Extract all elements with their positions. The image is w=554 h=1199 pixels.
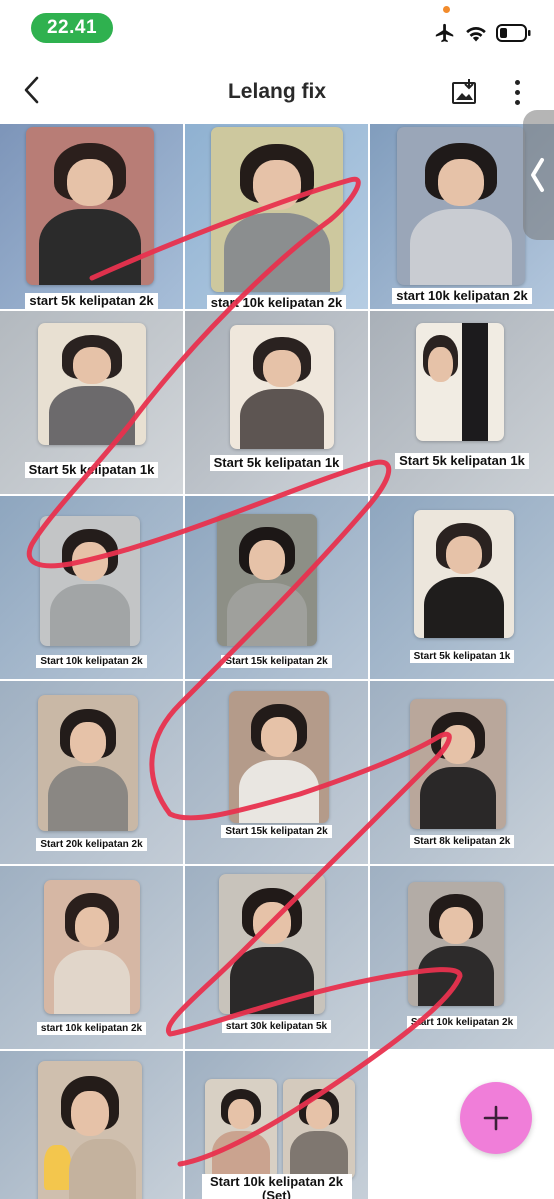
photo-caption: start 30k kelipatan 5k xyxy=(221,1020,332,1033)
photo-tile[interactable]: Start 15k kelipatan 2k xyxy=(185,496,368,679)
more-options-button[interactable] xyxy=(502,74,532,110)
photo-tile[interactable]: Start 15k kelipatan 2k xyxy=(185,681,368,864)
photo-grid: start 5k kelipatan 2k start 10k kelipata… xyxy=(0,124,554,1199)
photo-caption: Start 10k kelipatan 2k xyxy=(406,1016,518,1029)
photo-tile[interactable] xyxy=(0,1051,183,1199)
photo-tile[interactable]: Start 10k kelipatan 2k (Set) xyxy=(185,1051,368,1199)
photo-caption: Start 20k kelipatan 2k xyxy=(36,838,147,851)
status-time: 22.41 xyxy=(31,13,113,43)
photo-tile[interactable]: Start 10k kelipatan 2k xyxy=(0,496,183,679)
side-panel-handle[interactable] xyxy=(523,110,554,240)
photo-tile[interactable]: start 5k kelipatan 2k xyxy=(0,124,183,309)
photo-tile[interactable]: Start 5k kelipatan 1k xyxy=(0,311,183,494)
airplane-mode-icon xyxy=(434,22,456,44)
wifi-icon xyxy=(464,23,488,43)
battery-icon xyxy=(496,23,532,43)
app-bar: Lelang fix xyxy=(0,58,554,124)
add-photo-button[interactable] xyxy=(460,1082,532,1154)
image-select-icon xyxy=(452,79,476,104)
photo-caption: start 5k kelipatan 2k xyxy=(25,293,158,309)
image-select-button[interactable] xyxy=(448,76,480,108)
photo-caption: Start 10k kelipatan 2k (Set) xyxy=(201,1174,352,1199)
photo-caption: Start 15k kelipatan 2k xyxy=(221,825,332,838)
photo-caption: start 10k kelipatan 2k xyxy=(206,295,347,309)
photo-tile[interactable]: Start 5k kelipatan 1k xyxy=(185,311,368,494)
status-bar: 22.41 xyxy=(0,0,554,58)
photo-caption: Start 10k kelipatan 2k xyxy=(36,655,147,668)
photo-tile[interactable]: Start 10k kelipatan 2k xyxy=(370,866,554,1049)
photo-caption: Start 5k kelipatan 1k xyxy=(395,453,529,470)
photo-tile[interactable]: Start 5k kelipatan 1k xyxy=(370,496,554,679)
photo-caption: Start 15k kelipatan 2k xyxy=(221,655,332,668)
photo-tile[interactable]: Start 5k kelipatan 1k xyxy=(370,311,554,494)
photo-caption: Start 5k kelipatan 1k xyxy=(209,455,344,472)
photo-caption: Start 5k kelipatan 1k xyxy=(409,650,515,663)
photo-tile[interactable]: start 30k kelipatan 5k xyxy=(185,866,368,1049)
photo-caption: Start 8k kelipatan 2k xyxy=(409,835,515,848)
photo-caption: start 10k kelipatan 2k xyxy=(36,1022,147,1035)
privacy-indicator-dot xyxy=(443,6,450,13)
plus-icon xyxy=(483,1105,509,1131)
more-vertical-icon xyxy=(514,79,520,85)
chevron-left-icon xyxy=(531,158,544,192)
photo-tile[interactable]: start 10k kelipatan 2k xyxy=(185,124,368,309)
photo-tile[interactable]: start 10k kelipatan 2k xyxy=(0,866,183,1049)
photo-caption: Start 5k kelipatan 1k xyxy=(24,462,159,479)
photo-tile[interactable]: Start 8k kelipatan 2k xyxy=(370,681,554,864)
photo-tile[interactable]: Start 20k kelipatan 2k xyxy=(0,681,183,864)
photo-caption: start 10k kelipatan 2k xyxy=(392,288,532,305)
gallery-screen: 22.41 Lelang fix start 5k kelipatan 2k s… xyxy=(0,0,554,1199)
